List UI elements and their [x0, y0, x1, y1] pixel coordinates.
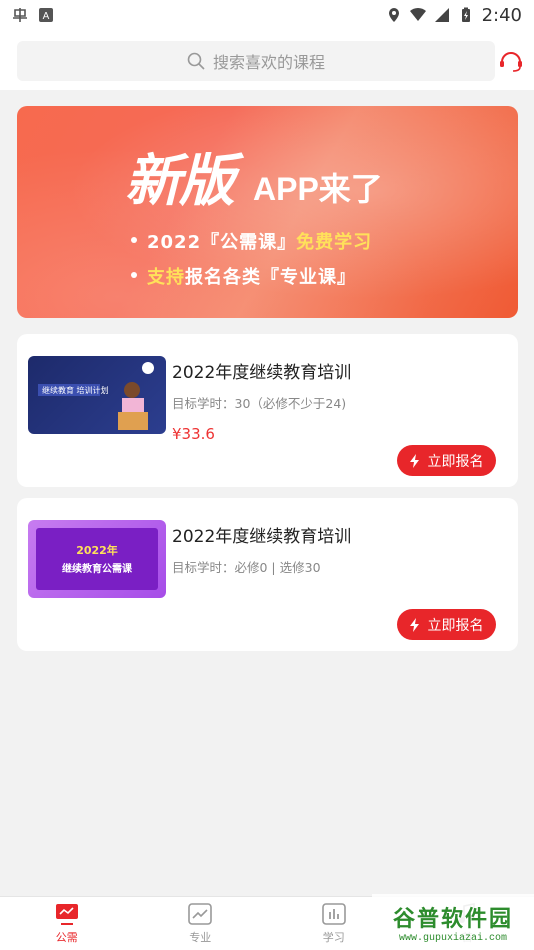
signal-icon [434, 8, 449, 22]
nav-item-gongxu[interactable]: 公需 [0, 897, 134, 950]
customer-service-icon[interactable] [498, 48, 524, 74]
thumbnail-caption: 继续教育 培训计划 [42, 385, 109, 395]
course-target-hours: 目标学时：必修0 | 选修30 [172, 560, 321, 575]
bar-chart-icon [321, 902, 346, 925]
banner-line-2: 支持报名各类『专业课』 [131, 263, 356, 289]
status-right: 2:40 [386, 5, 522, 26]
thumbnail-illustration: 2022年 继续教育公需课 [36, 528, 158, 590]
search-input[interactable]: 搜索喜欢的课程 [17, 41, 495, 81]
course-target-hours: 目标学时：30（必修不少于24) [172, 396, 347, 411]
enroll-button[interactable]: 立即报名 [397, 609, 496, 640]
banner-line2-highlight: 支持 [147, 267, 185, 288]
banner-title: 新版 [125, 148, 235, 214]
banner-line1-highlight: 免费学习 [296, 232, 373, 253]
enroll-button-label: 立即报名 [427, 617, 484, 634]
status-left: A [12, 7, 54, 23]
course-card[interactable]: 2022年 继续教育公需课 2022年度继续教育培训 目标学时：必修0 | 选修… [17, 498, 518, 651]
enroll-button-label: 立即报名 [427, 453, 484, 470]
status-time: 2:40 [481, 4, 522, 26]
course-card[interactable]: 继续教育 培训计划 2022年度继续教育培训 目标学时：30（必修不少于24) … [17, 334, 518, 487]
app-notification-icon [13, 8, 27, 22]
battery-charging-icon [461, 7, 470, 22]
svg-text:A: A [43, 11, 50, 22]
course-thumbnail: 继续教育 培训计划 [28, 356, 166, 434]
search-placeholder: 搜索喜欢的课程 [212, 53, 325, 72]
location-icon [388, 8, 399, 22]
wifi-icon [409, 7, 426, 22]
nav-label: 公需 [55, 930, 78, 944]
chart-board-icon [55, 903, 78, 925]
course-title: 2022年度继续教育培训 [172, 363, 352, 383]
promo-banner[interactable]: 新版 APP来了 2022『公需课』免费学习 支持报名各类『专业课』 [17, 106, 518, 318]
bullet-dot [131, 272, 137, 278]
course-title: 2022年度继续教育培训 [172, 527, 352, 547]
thumbnail-illustration: 继续教育 培训计划 [38, 362, 154, 430]
trend-icon [188, 902, 213, 925]
watermark-title: 谷普软件园 [392, 906, 513, 932]
course-thumbnail: 2022年 继续教育公需课 [28, 520, 166, 598]
banner-line-1: 2022『公需课』免费学习 [131, 228, 372, 254]
enroll-button[interactable]: 立即报名 [397, 445, 496, 476]
thumbnail-year: 2022年 [76, 543, 118, 557]
banner-app-text: APP来了 [253, 171, 383, 207]
watermark-url: www.gupuxiazai.com [398, 932, 508, 944]
course-price: ¥33.6 [172, 425, 215, 443]
bullet-dot [131, 237, 137, 243]
banner-line2-text: 报名各类『专业课』 [185, 267, 356, 288]
nav-label: 专业 [189, 930, 212, 944]
status-bar: A 2:40 [0, 0, 534, 30]
header: 搜索喜欢的课程 [0, 30, 534, 90]
keyboard-a-icon: A [39, 8, 53, 22]
nav-label: 学习 [322, 930, 345, 944]
lightning-icon [409, 453, 419, 468]
banner-line1-text: 2022『公需课』 [147, 232, 297, 253]
site-watermark: 谷普软件园 www.gupuxiazai.com [372, 894, 534, 950]
lightning-icon [409, 617, 419, 632]
search-icon [187, 52, 205, 70]
nav-item-zhuanye[interactable]: 专业 [134, 897, 268, 950]
thumbnail-caption: 继续教育公需课 [62, 562, 133, 575]
